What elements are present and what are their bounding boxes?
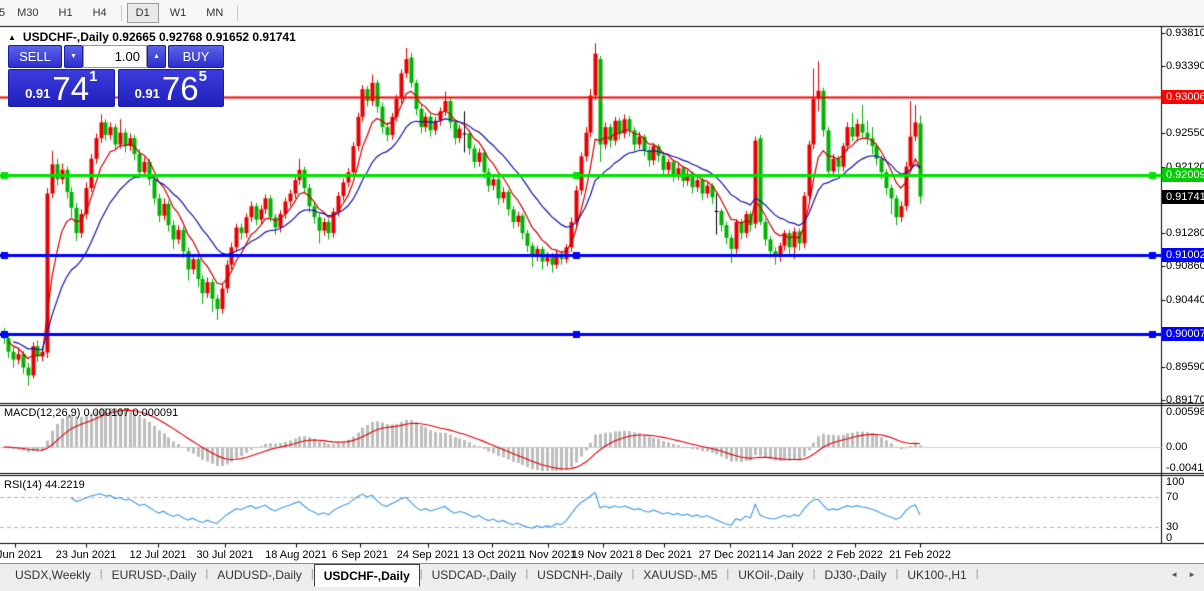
macd-label: MACD(12,26,9) 0.000107 0.000091 [4,407,178,419]
volume-input[interactable]: 1.00 [83,45,147,68]
date-axis-label: 1 Nov 2021 [520,549,576,561]
price-marker-label: 0.91741 [1162,190,1204,204]
timeframe-toolbar: 5 M30H1H4 D1W1MN [0,0,1204,26]
chart-tab-bar: USDX,Weekly|EURUSD-,Daily|AUDUSD-,Daily|… [0,563,1204,591]
date-axis-label: 4 Jun 2021 [0,549,42,561]
volume-increase-icon[interactable]: ▲ [147,45,166,68]
tab-usdx[interactable]: USDX,Weekly [6,564,100,585]
rsi-axis-label: 100 [1166,476,1184,488]
tab-eurusd-[interactable]: EURUSD-,Daily [103,564,206,585]
date-axis-label: 19 Nov 2021 [572,549,634,561]
sell-price-display[interactable]: 0.91 74 1 [8,69,115,107]
timeframe-group: M30H1H4 [7,3,117,23]
tab-usdcad-[interactable]: USDCAD-,Daily [423,564,526,585]
price-marker-label: 0.92009 [1162,168,1204,182]
tab-scroll-arrows: ◄ ► [1170,570,1196,579]
price-tick-label: 0.89590 [1166,361,1204,373]
date-axis-label: 24 Sep 2021 [397,549,459,561]
timeframe-button-h4[interactable]: H4 [84,3,116,23]
mt4-window: 5 M30H1H4 D1W1MN ▲ USDCHF-,Daily 0.92665… [0,0,1204,591]
sell-price-pips: 74 [52,74,89,104]
price-tick-label: 0.93810 [1166,27,1204,39]
tab-separator: | [976,564,979,580]
date-axis-label: 23 Jun 2021 [56,549,117,561]
timeframe-button-mn[interactable]: MN [197,3,232,23]
timeframe-button-h1[interactable]: H1 [50,3,82,23]
date-axis-label: 13 Oct 2021 [462,549,522,561]
collapse-chart-icon[interactable]: ▲ [8,33,16,42]
timeframe-clipped-m5[interactable]: 5 [0,4,7,22]
date-axis-label: 2 Feb 2022 [827,549,883,561]
tab-dj30-[interactable]: DJ30-,Daily [815,564,895,585]
date-axis-label: 8 Dec 2021 [636,549,692,561]
date-axis-label: 18 Aug 2021 [265,549,327,561]
date-axis-label: 30 Jul 2021 [197,549,254,561]
tab-usdcnh-[interactable]: USDCNH-,Daily [528,564,631,585]
price-marker-label: 0.93006 [1162,90,1204,104]
rsi-label: RSI(14) 44.2219 [4,479,85,491]
price-tick-label: 0.90860 [1166,260,1204,272]
buy-button[interactable]: BUY [168,45,224,68]
date-axis-label: 14 Jan 2022 [762,549,823,561]
price-tick-label: 0.90440 [1166,294,1204,306]
sell-price-base: 0.91 [25,84,50,104]
macd-axis-label: 0.00 [1166,441,1187,453]
tab-scroll-right-icon[interactable]: ► [1188,570,1196,579]
buy-price-base: 0.91 [135,84,160,104]
chart-title: ▲ USDCHF-,Daily 0.92665 0.92768 0.91652 … [8,30,296,44]
price-tick-label: 0.93390 [1166,60,1204,72]
tab-uk100-[interactable]: UK100-,H1 [898,564,975,585]
volume-decrease-icon[interactable]: ▼ [64,45,83,68]
buy-price-point: 5 [199,70,207,84]
date-axis-label: 21 Feb 2022 [889,549,951,561]
macd-axis-label: -0.004134 [1166,462,1204,474]
one-click-trade-panel: SELL ▼ 1.00 ▲ BUY 0.91 74 1 0.91 76 5 [8,45,224,107]
tab-audusd-[interactable]: AUDUSD-,Daily [208,564,311,585]
price-tick-label: 0.91280 [1166,227,1204,239]
timeframe-group: D1W1MN [126,3,234,23]
timeframe-button-w1[interactable]: W1 [161,3,196,23]
price-marker-label: 0.91002 [1162,248,1204,262]
timeframe-button-d1[interactable]: D1 [127,3,159,23]
sell-button[interactable]: SELL [8,45,62,68]
date-axis-label: 6 Sep 2021 [332,549,388,561]
tab-xauusd-[interactable]: XAUUSD-,M5 [634,564,726,585]
date-axis-label: 27 Dec 2021 [699,549,761,561]
sell-price-point: 1 [89,70,97,84]
buy-price-pips: 76 [162,74,199,104]
price-tick-label: 0.92550 [1166,127,1204,139]
price-tick-label: 0.89170 [1166,394,1204,406]
macd-axis-label: 0.005986 [1166,406,1204,418]
rsi-axis-label: 70 [1166,491,1178,503]
tab-scroll-left-icon[interactable]: ◄ [1170,570,1178,579]
toolbar-separator [237,5,238,21]
tab-ukoil-[interactable]: UKOil-,Daily [729,564,812,585]
buy-price-display[interactable]: 0.91 76 5 [118,69,225,107]
toolbar-separator [121,5,122,21]
date-axis-label: 12 Jul 2021 [130,549,187,561]
tab-usdchf-[interactable]: USDCHF-,Daily [314,564,420,587]
timeframe-button-m30[interactable]: M30 [8,3,47,23]
price-marker-label: 0.90007 [1162,327,1204,341]
rsi-axis-label: 0 [1166,532,1172,544]
chart-title-text: USDCHF-,Daily 0.92665 0.92768 0.91652 0.… [23,30,296,44]
